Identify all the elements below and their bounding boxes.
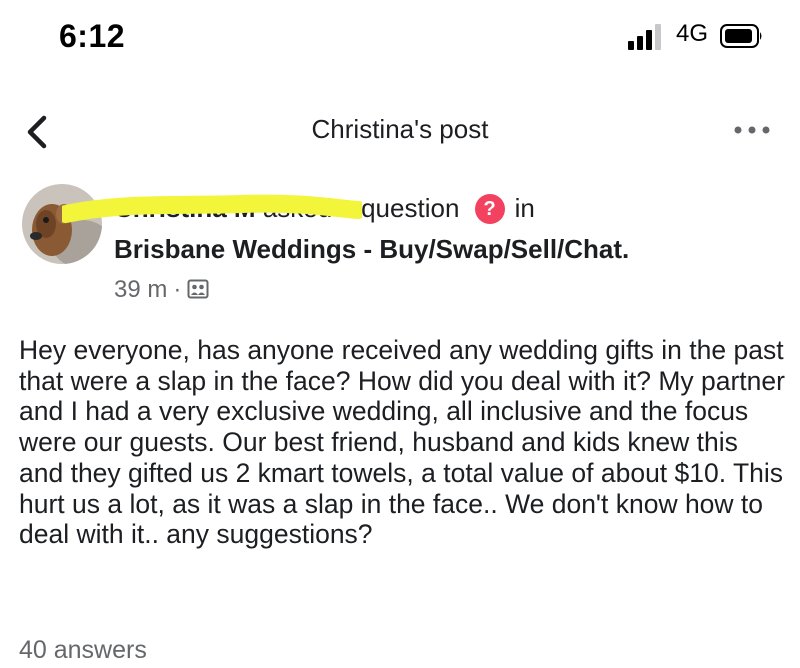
status-bar: 6:12 4G xyxy=(0,0,800,80)
status-time: 6:12 xyxy=(59,18,126,54)
page-title: Christina's post xyxy=(311,114,489,144)
avatar[interactable] xyxy=(22,184,102,264)
battery-icon xyxy=(720,24,762,48)
action-text: asked a question xyxy=(262,193,460,223)
group-audience-icon xyxy=(187,279,209,299)
in-text: in xyxy=(514,193,535,223)
group-link[interactable]: Brisbane Weddings - Buy/Swap/Sell/Chat. xyxy=(114,234,629,265)
post-body: Hey everyone, has anyone received any we… xyxy=(19,335,785,550)
question-badge-icon: ? xyxy=(474,194,505,224)
author-name[interactable]: Christina M xyxy=(114,193,256,223)
answers-count[interactable]: 40 answers xyxy=(19,636,147,665)
post-header-line: Christina M asked a question ? in xyxy=(114,193,535,224)
signal-icon xyxy=(628,24,661,50)
network-label: 4G xyxy=(676,20,709,47)
nav-bar: Christina's post xyxy=(0,100,800,160)
more-horizontal-icon[interactable] xyxy=(732,120,772,140)
meta-separator: · xyxy=(173,276,182,303)
post-time[interactable]: 39 m xyxy=(114,276,167,303)
post-meta: 39 m · xyxy=(114,276,209,304)
